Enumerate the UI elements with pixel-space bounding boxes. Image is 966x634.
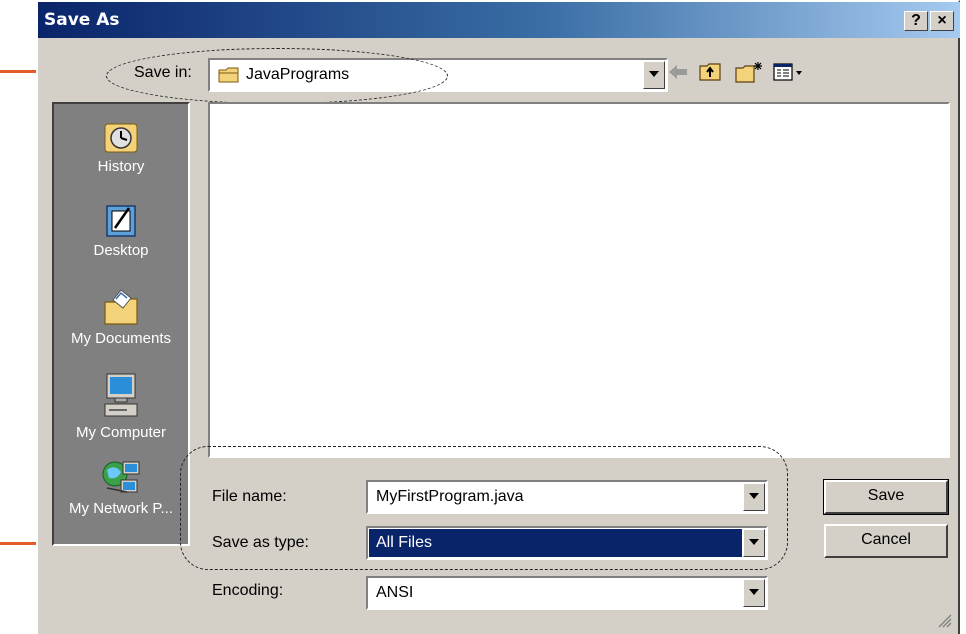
window-title: Save As	[44, 10, 120, 30]
chevron-down-icon	[649, 71, 659, 77]
places-item-my-network-places[interactable]: My Network P...	[54, 458, 188, 517]
places-label-my-documents: My Documents	[70, 330, 172, 347]
places-label-my-network-places: My Network P...	[69, 500, 173, 517]
places-item-history[interactable]: History	[54, 118, 188, 175]
save-as-dialog: Save As ? × Save in: JavaPrograms Histor…	[36, 0, 960, 634]
encoding-dropdown[interactable]: ANSI	[366, 576, 768, 610]
places-item-my-documents[interactable]: My Documents	[54, 288, 188, 347]
help-button[interactable]: ?	[904, 11, 928, 31]
close-button[interactable]: ×	[930, 11, 954, 31]
save-in-dropdown-button[interactable]	[643, 61, 665, 89]
my-documents-icon	[104, 289, 138, 325]
places-label-history: History	[97, 158, 145, 175]
my-network-places-icon	[102, 461, 140, 493]
save-button[interactable]: Save	[823, 479, 949, 515]
desktop-icon	[106, 205, 136, 237]
places-item-my-computer[interactable]: My Computer	[54, 372, 188, 441]
encoding-value: ANSI	[376, 584, 414, 601]
help-icon: ?	[911, 12, 921, 29]
history-icon	[104, 123, 138, 153]
back-arrow-icon[interactable]	[666, 60, 690, 84]
places-label-desktop: Desktop	[93, 242, 149, 259]
close-icon: ×	[937, 12, 947, 29]
up-one-level-icon[interactable]	[698, 60, 724, 84]
annotation-outline-file-fields	[180, 446, 788, 570]
title-bar[interactable]: Save As ? ×	[38, 2, 960, 38]
cancel-button[interactable]: Cancel	[824, 524, 948, 558]
create-new-folder-icon[interactable]	[734, 60, 764, 84]
encoding-dropdown-button[interactable]	[743, 579, 765, 607]
view-menu-icon[interactable]	[772, 60, 806, 84]
places-label-my-computer: My Computer	[75, 424, 167, 441]
resize-grip-icon[interactable]	[936, 612, 952, 628]
file-list[interactable]	[208, 102, 950, 458]
places-bar: History Desktop My Documents My Computer…	[52, 102, 190, 546]
chevron-down-icon	[749, 589, 759, 595]
my-computer-icon	[104, 373, 138, 417]
annotation-ellipse-save-in	[106, 48, 448, 104]
encoding-label: Encoding:	[212, 582, 284, 599]
places-item-desktop[interactable]: Desktop	[54, 202, 188, 259]
